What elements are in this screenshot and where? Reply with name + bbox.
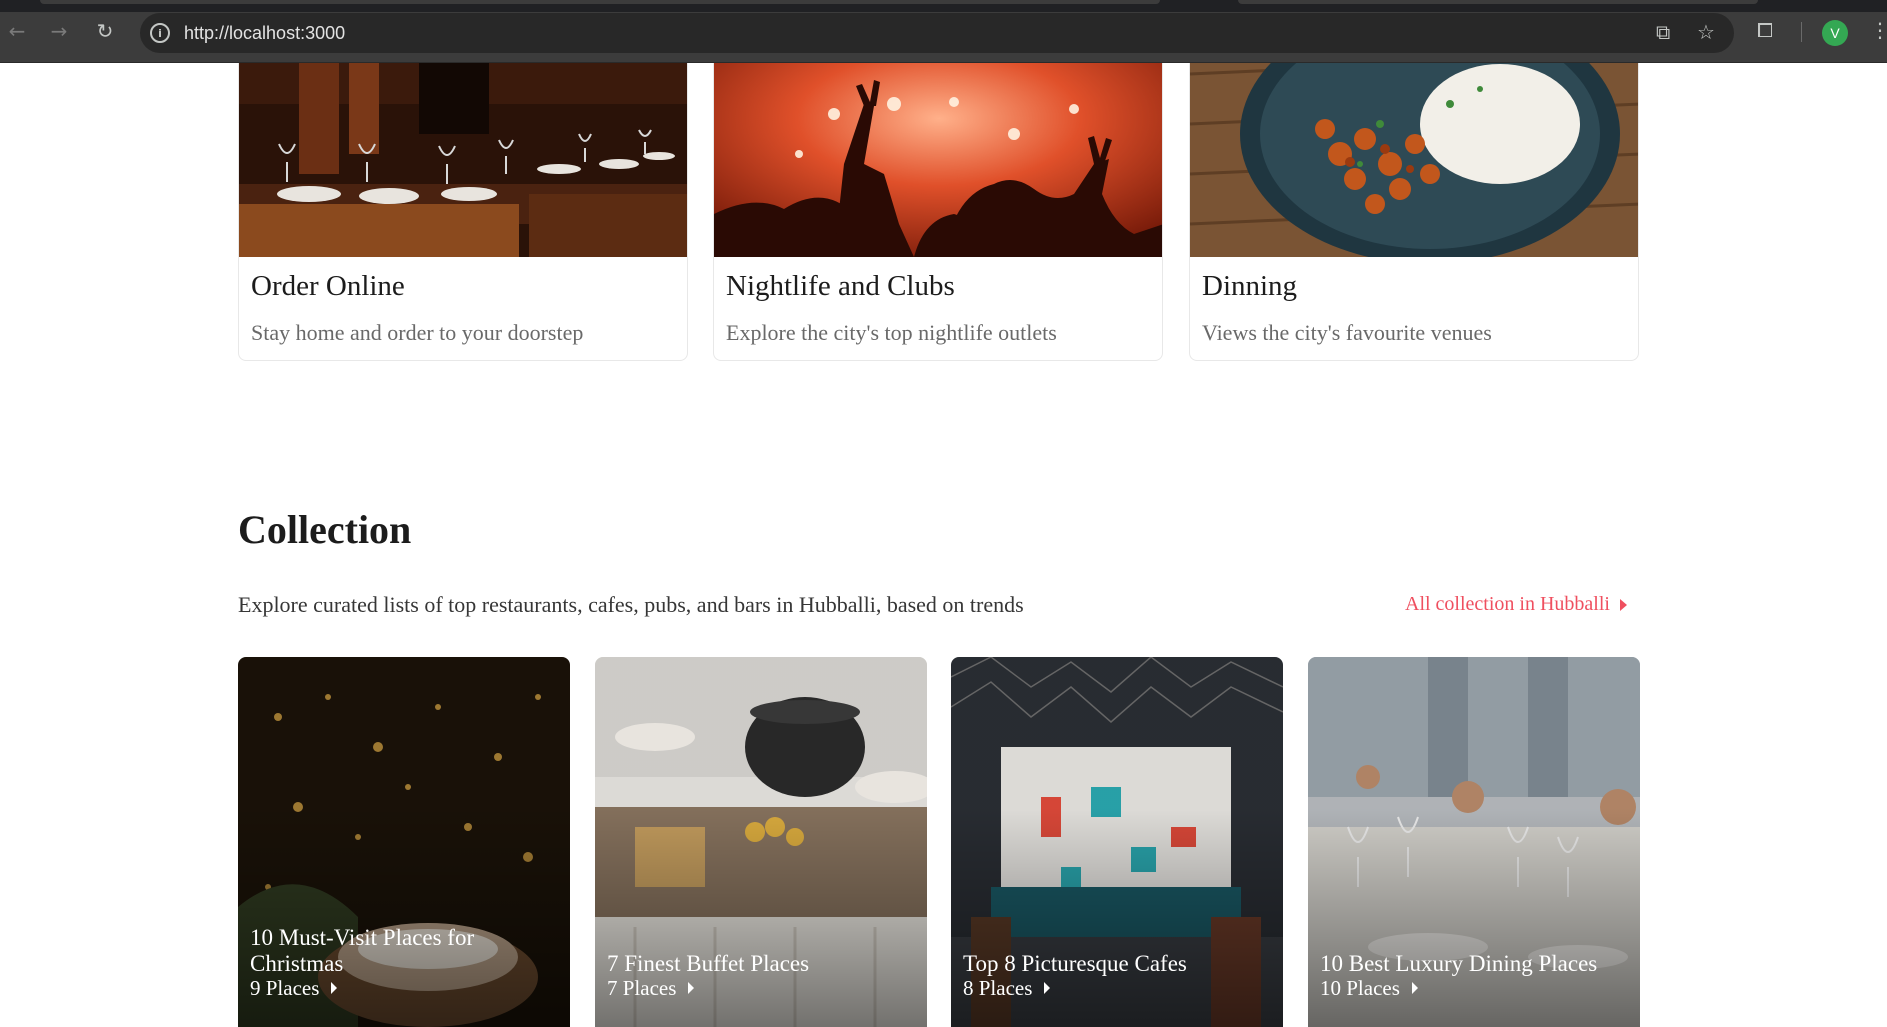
toolbar-divider [1801, 22, 1802, 42]
order-online-image [239, 63, 687, 257]
collection-text: Top 8 Picturesque Cafes 8 Places [963, 951, 1269, 999]
card-title: Nightlife and Clubs [726, 270, 955, 302]
tab[interactable] [1238, 0, 1758, 4]
order-online-card[interactable]: Order Online Stay home and order to your… [238, 63, 688, 361]
kebab-menu-icon[interactable]: ⋮ [1870, 18, 1887, 42]
puzzle-icon[interactable]: ⧠ [1757, 18, 1773, 42]
collection-places: 7 Places [607, 977, 913, 999]
collection-title: Top 8 Picturesque Cafes [963, 951, 1187, 976]
collection-title: 10 Best Luxury Dining Places [1320, 951, 1598, 976]
card-subtitle: Explore the city's top nightlife outlets [726, 320, 1057, 345]
forward-button[interactable]: → [44, 16, 74, 46]
collection-text: 10 Must-Visit Places for Christmas 9 Pla… [250, 925, 556, 999]
caret-right-icon [1411, 982, 1418, 994]
collection-card[interactable]: Top 8 Picturesque Cafes 8 Places [951, 657, 1283, 1027]
install-app-icon[interactable]: ⧉ [1656, 21, 1670, 43]
collection-title: 10 Must-Visit Places for Christmas [250, 925, 475, 976]
nightlife-card[interactable]: Nightlife and Clubs Explore the city's t… [713, 63, 1163, 361]
avatar[interactable]: V [1822, 20, 1848, 46]
collection-title: 7 Finest Buffet Places [607, 951, 810, 976]
collection-places: 9 Places [250, 977, 556, 999]
tab-strip [0, 0, 1887, 12]
caret-right-icon [688, 982, 695, 994]
card-title: Order Online [251, 270, 405, 302]
caret-right-icon [1619, 598, 1627, 611]
all-collection-link[interactable]: All collection in Hubballi [1405, 593, 1627, 616]
reload-icon: ↻ [96, 19, 114, 43]
arrow-left-icon: ← [8, 19, 26, 43]
collection-places: 10 Places [1320, 977, 1626, 999]
section-title: Collection [238, 507, 412, 552]
address-bar[interactable]: i http://localhost:3000 ⧉ ☆ [140, 13, 1734, 53]
nightlife-image [714, 63, 1162, 257]
url-text[interactable]: http://localhost:3000 [184, 23, 345, 44]
reload-button[interactable]: ↻ [90, 16, 120, 46]
star-icon[interactable]: ☆ [1697, 21, 1715, 43]
browser-toolbar: ← → ↻ i http://localhost:3000 ⧉ ☆ ⧠ V ⋮ [0, 0, 1887, 63]
card-subtitle: Stay home and order to your doorstep [251, 320, 584, 345]
all-collection-label: All collection in Hubballi [1405, 593, 1610, 615]
caret-right-icon [331, 982, 338, 994]
card-subtitle: Views the city's favourite venues [1202, 320, 1492, 345]
collection-places: 8 Places [963, 977, 1269, 999]
collection-card[interactable]: 10 Must-Visit Places for Christmas 9 Pla… [238, 657, 570, 1027]
dining-image [1190, 63, 1638, 257]
arrow-right-icon: → [50, 19, 68, 43]
collection-text: 7 Finest Buffet Places 7 Places [607, 951, 913, 999]
caret-right-icon [1044, 982, 1051, 994]
collection-card[interactable]: 10 Best Luxury Dining Places 10 Places [1308, 657, 1640, 1027]
collection-card[interactable]: 7 Finest Buffet Places 7 Places [595, 657, 927, 1027]
dining-card[interactable]: Dinning Views the city's favourite venue… [1189, 63, 1639, 361]
info-icon[interactable]: i [150, 23, 170, 43]
back-button[interactable]: ← [2, 16, 32, 46]
section-description: Explore curated lists of top restaurants… [238, 592, 1024, 617]
card-title: Dinning [1202, 270, 1298, 302]
collection-text: 10 Best Luxury Dining Places 10 Places [1320, 951, 1626, 999]
tab[interactable] [40, 0, 1160, 4]
page-content: Order Online Stay home and order to your… [0, 63, 1887, 1027]
